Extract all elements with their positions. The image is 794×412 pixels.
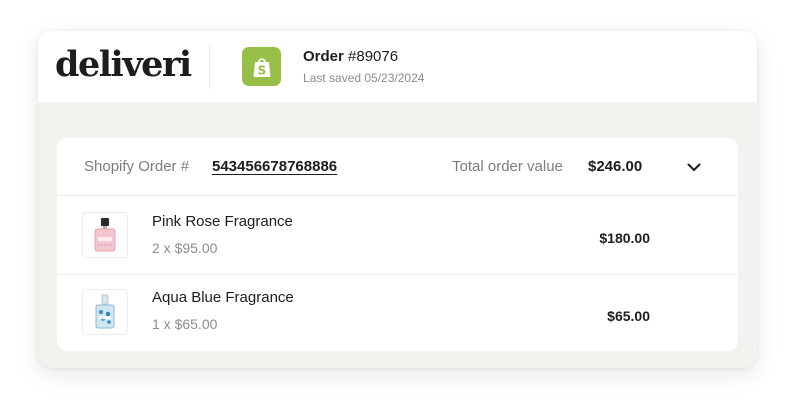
item-quantity: 1 x $65.00 xyxy=(152,316,218,332)
shopify-bag-icon: S xyxy=(242,47,281,86)
shopify-order-label: Shopify Order # xyxy=(84,158,190,175)
chevron-down-icon[interactable] xyxy=(683,156,705,178)
item-quantity: 2 x $95.00 xyxy=(152,240,218,256)
order-header: deliveri S Order #89076 Last saved 05/23… xyxy=(38,31,757,102)
item-price: $180.00 xyxy=(599,230,650,246)
svg-text:S: S xyxy=(257,63,266,77)
deliveri-logo: deliveri xyxy=(55,44,192,85)
line-item: Pink Rose Fragrance 2 x $95.00 $180.00 xyxy=(57,196,738,275)
header-divider xyxy=(209,43,210,89)
pink-perfume-bottle-icon xyxy=(82,212,128,258)
blue-perfume-bottle-icon xyxy=(82,289,128,335)
shopify-order-number-link[interactable]: 543456678768886 xyxy=(212,158,337,175)
item-price: $65.00 xyxy=(607,308,650,324)
order-last-saved: Last saved 05/23/2024 xyxy=(303,71,425,85)
item-name: Pink Rose Fragrance xyxy=(152,213,293,230)
order-label: Order xyxy=(303,48,344,65)
order-summary-card: Shopify Order # 543456678768886 Total or… xyxy=(57,138,738,351)
total-order-value-label: Total order value xyxy=(452,158,563,175)
item-name: Aqua Blue Fragrance xyxy=(152,289,294,306)
order-summary-header: Shopify Order # 543456678768886 Total or… xyxy=(57,138,738,196)
order-title: Order #89076 xyxy=(303,48,398,66)
order-window: deliveri S Order #89076 Last saved 05/23… xyxy=(38,31,757,368)
total-order-value: $246.00 xyxy=(588,158,643,175)
order-number: #89076 xyxy=(348,48,399,65)
line-item: Aqua Blue Fragrance 1 x $65.00 $65.00 xyxy=(57,275,738,353)
